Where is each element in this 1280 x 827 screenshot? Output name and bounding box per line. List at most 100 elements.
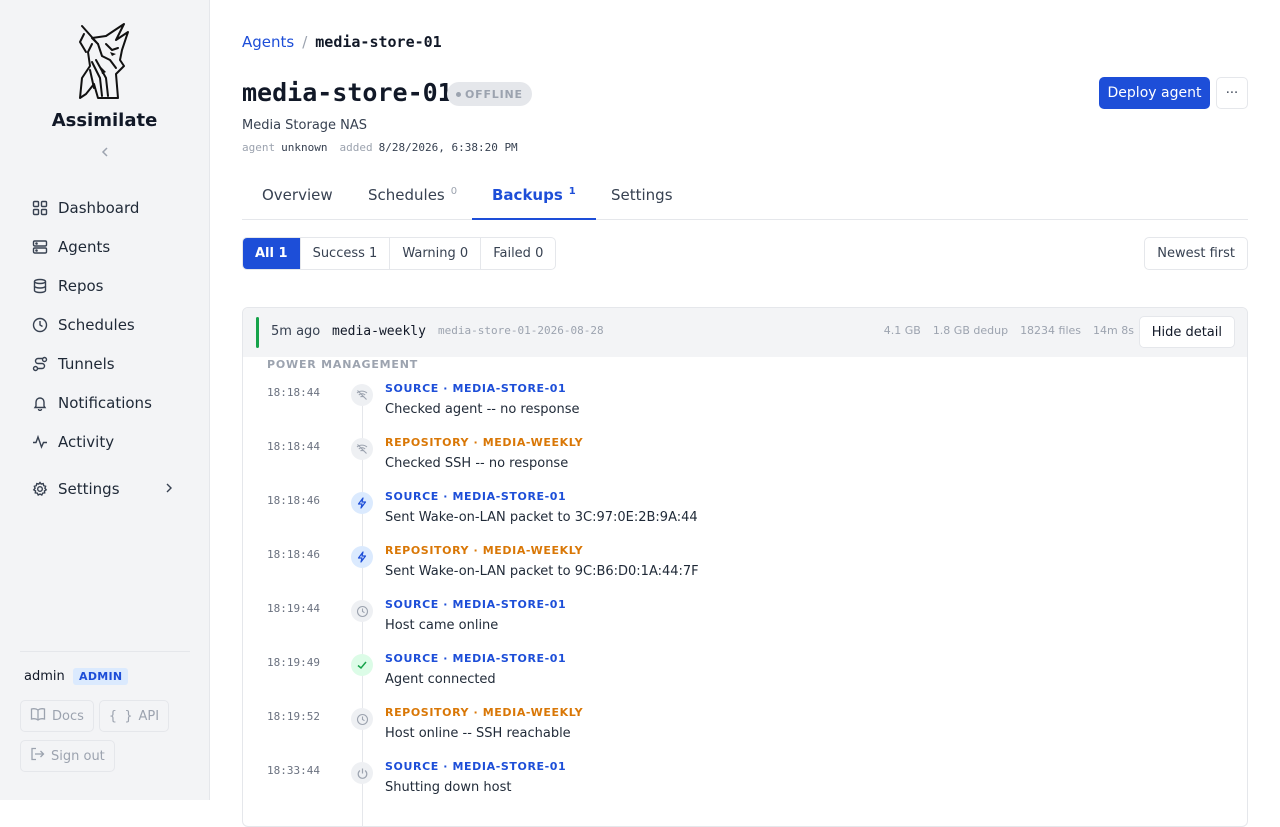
- filter-failed[interactable]: Failed 0: [481, 238, 555, 269]
- event-message: Shutting down host: [385, 780, 512, 795]
- collapse-sidebar-button[interactable]: [96, 144, 114, 162]
- chevron-right-icon: [164, 481, 174, 499]
- event-time: 18:18:46: [267, 494, 320, 507]
- backup-age: 5m ago: [271, 324, 321, 339]
- sidebar-item-agents[interactable]: Agents: [20, 231, 190, 263]
- role-badge: ADMIN: [73, 668, 129, 685]
- deploy-agent-button[interactable]: Deploy agent: [1099, 77, 1210, 109]
- event-time: 18:19:52: [267, 710, 320, 723]
- api-label: API: [138, 708, 160, 724]
- filter-count: 0: [535, 246, 544, 261]
- event-source: REPOSITORY · MEDIA-WEEKLY: [385, 436, 584, 449]
- sign-out-label: Sign out: [51, 748, 105, 764]
- check-icon: [351, 654, 373, 676]
- backup-stats: 4.1 GB 1.8 GB dedup 18234 files 14m 8s: [884, 324, 1134, 337]
- gear-icon: [30, 479, 50, 499]
- sidebar-item-notifications[interactable]: Notifications: [20, 387, 190, 419]
- database-icon: [30, 276, 50, 296]
- event-time: 18:18:44: [267, 386, 320, 399]
- sidebar-divider: [20, 651, 190, 652]
- timeline-event: 18:33:44 SOURCE · MEDIA-STORE-01 Shuttin…: [243, 752, 1247, 806]
- tab-settings[interactable]: Settings: [591, 175, 693, 220]
- logout-icon: [30, 747, 45, 765]
- tab-schedules[interactable]: Schedules 0: [348, 175, 477, 220]
- clock-icon: [30, 315, 50, 335]
- backup-card: 5m ago media-weekly media-store-01-2026-…: [242, 307, 1248, 827]
- power-icon: [351, 762, 373, 784]
- status-text: OFFLINE: [465, 87, 523, 101]
- backup-size: 4.1 GB: [883, 324, 921, 337]
- sidebar-item-label: Repos: [58, 277, 104, 295]
- sidebar: Assimilate Dashboard Agents Repos Schedu…: [0, 0, 210, 800]
- sidebar-item-label: Activity: [58, 433, 115, 451]
- clock-icon: [351, 600, 373, 622]
- bolt-icon: [351, 546, 373, 568]
- backup-files: 18234 files: [1020, 324, 1082, 337]
- pulse-icon: [30, 432, 50, 452]
- event-source: SOURCE · MEDIA-STORE-01: [385, 760, 567, 773]
- agent-meta: agent unknown added 8/28/2026, 6:38:20 P…: [242, 141, 524, 154]
- sidebar-item-repos[interactable]: Repos: [20, 270, 190, 302]
- sidebar-item-label: Agents: [58, 238, 111, 256]
- docs-button[interactable]: Docs: [20, 700, 94, 732]
- timeline-event: 18:18:44 SOURCE · MEDIA-STORE-01 Checked…: [243, 374, 1247, 428]
- route-icon: [30, 354, 50, 374]
- backup-duration: 14m 8s: [1093, 324, 1134, 337]
- sign-out-button[interactable]: Sign out: [20, 740, 115, 772]
- filter-count: 1: [278, 246, 288, 261]
- sidebar-item-schedules[interactable]: Schedules: [20, 309, 190, 341]
- user-name: admin: [24, 669, 65, 684]
- book-icon: [30, 707, 46, 725]
- filter-warning[interactable]: Warning 0: [390, 238, 482, 269]
- backup-schedule-name: media-weekly: [332, 324, 426, 339]
- event-source: SOURCE · MEDIA-STORE-01: [385, 490, 567, 503]
- tab-bar: Overview Schedules 0 Backups 1 Settings: [242, 175, 1248, 220]
- page-title: media-store-01: [242, 78, 453, 107]
- sidebar-item-dashboard[interactable]: Dashboard: [20, 192, 190, 224]
- sidebar-item-settings[interactable]: Settings: [20, 473, 190, 505]
- breadcrumb-separator: /: [302, 33, 308, 51]
- tab-overview[interactable]: Overview: [242, 175, 353, 220]
- tab-count: 1: [568, 186, 576, 197]
- event-source: SOURCE · MEDIA-STORE-01: [385, 652, 567, 665]
- event-time: 18:18:46: [267, 548, 320, 561]
- breadcrumb-agents-link[interactable]: Agents: [242, 33, 294, 51]
- timeline-event: 18:18:46 SOURCE · MEDIA-STORE-01 Sent Wa…: [243, 482, 1247, 536]
- event-time: 18:33:44: [267, 764, 320, 777]
- tab-backups[interactable]: Backups 1: [472, 175, 596, 220]
- more-options-button[interactable]: ···: [1216, 77, 1248, 109]
- event-time: 18:19:44: [267, 602, 320, 615]
- filter-label: All: [255, 246, 274, 261]
- tab-label: Schedules: [368, 186, 445, 204]
- event-source: SOURCE · MEDIA-STORE-01: [385, 598, 567, 611]
- breadcrumb: Agents / media-store-01: [242, 33, 442, 51]
- bell-icon: [30, 393, 50, 413]
- sidebar-item-label: Settings: [58, 480, 120, 498]
- backup-dedup: 1.8 GB dedup: [932, 324, 1009, 337]
- event-time: 18:19:49: [267, 656, 320, 669]
- chevron-left-icon: [101, 147, 108, 157]
- sort-order-button[interactable]: Newest first: [1144, 237, 1248, 270]
- grid-icon: [30, 198, 50, 218]
- status-dot-icon: [456, 91, 461, 97]
- filter-success[interactable]: Success 1: [301, 238, 391, 269]
- sidebar-item-tunnels[interactable]: Tunnels: [20, 348, 190, 380]
- timeline-event: 18:18:44 REPOSITORY · MEDIA-WEEKLY Check…: [243, 428, 1247, 482]
- meta-added-key: added: [339, 141, 373, 154]
- sidebar-item-label: Schedules: [58, 316, 135, 334]
- event-message: Host came online: [385, 618, 499, 633]
- filter-all[interactable]: All 1: [243, 238, 301, 269]
- backup-card-header[interactable]: 5m ago media-weekly media-store-01-2026-…: [243, 308, 1247, 357]
- sidebar-item-activity[interactable]: Activity: [20, 426, 190, 458]
- logo: [79, 23, 129, 99]
- api-button[interactable]: { } API: [99, 700, 170, 732]
- hide-detail-button[interactable]: Hide detail: [1138, 316, 1235, 348]
- meta-agent-value: unknown: [281, 141, 328, 154]
- event-source: REPOSITORY · MEDIA-WEEKLY: [385, 544, 584, 557]
- timeline-event: 18:19:52 REPOSITORY · MEDIA-WEEKLY Host …: [243, 698, 1247, 752]
- event-source: SOURCE · MEDIA-STORE-01: [385, 382, 567, 395]
- timeline-event: 18:19:49 SOURCE · MEDIA-STORE-01 Agent c…: [243, 644, 1247, 698]
- section-title: POWER MANAGEMENT: [267, 358, 419, 371]
- docs-label: Docs: [52, 708, 84, 724]
- event-message: Sent Wake-on-LAN packet to 3C:97:0E:2B:9…: [385, 510, 698, 525]
